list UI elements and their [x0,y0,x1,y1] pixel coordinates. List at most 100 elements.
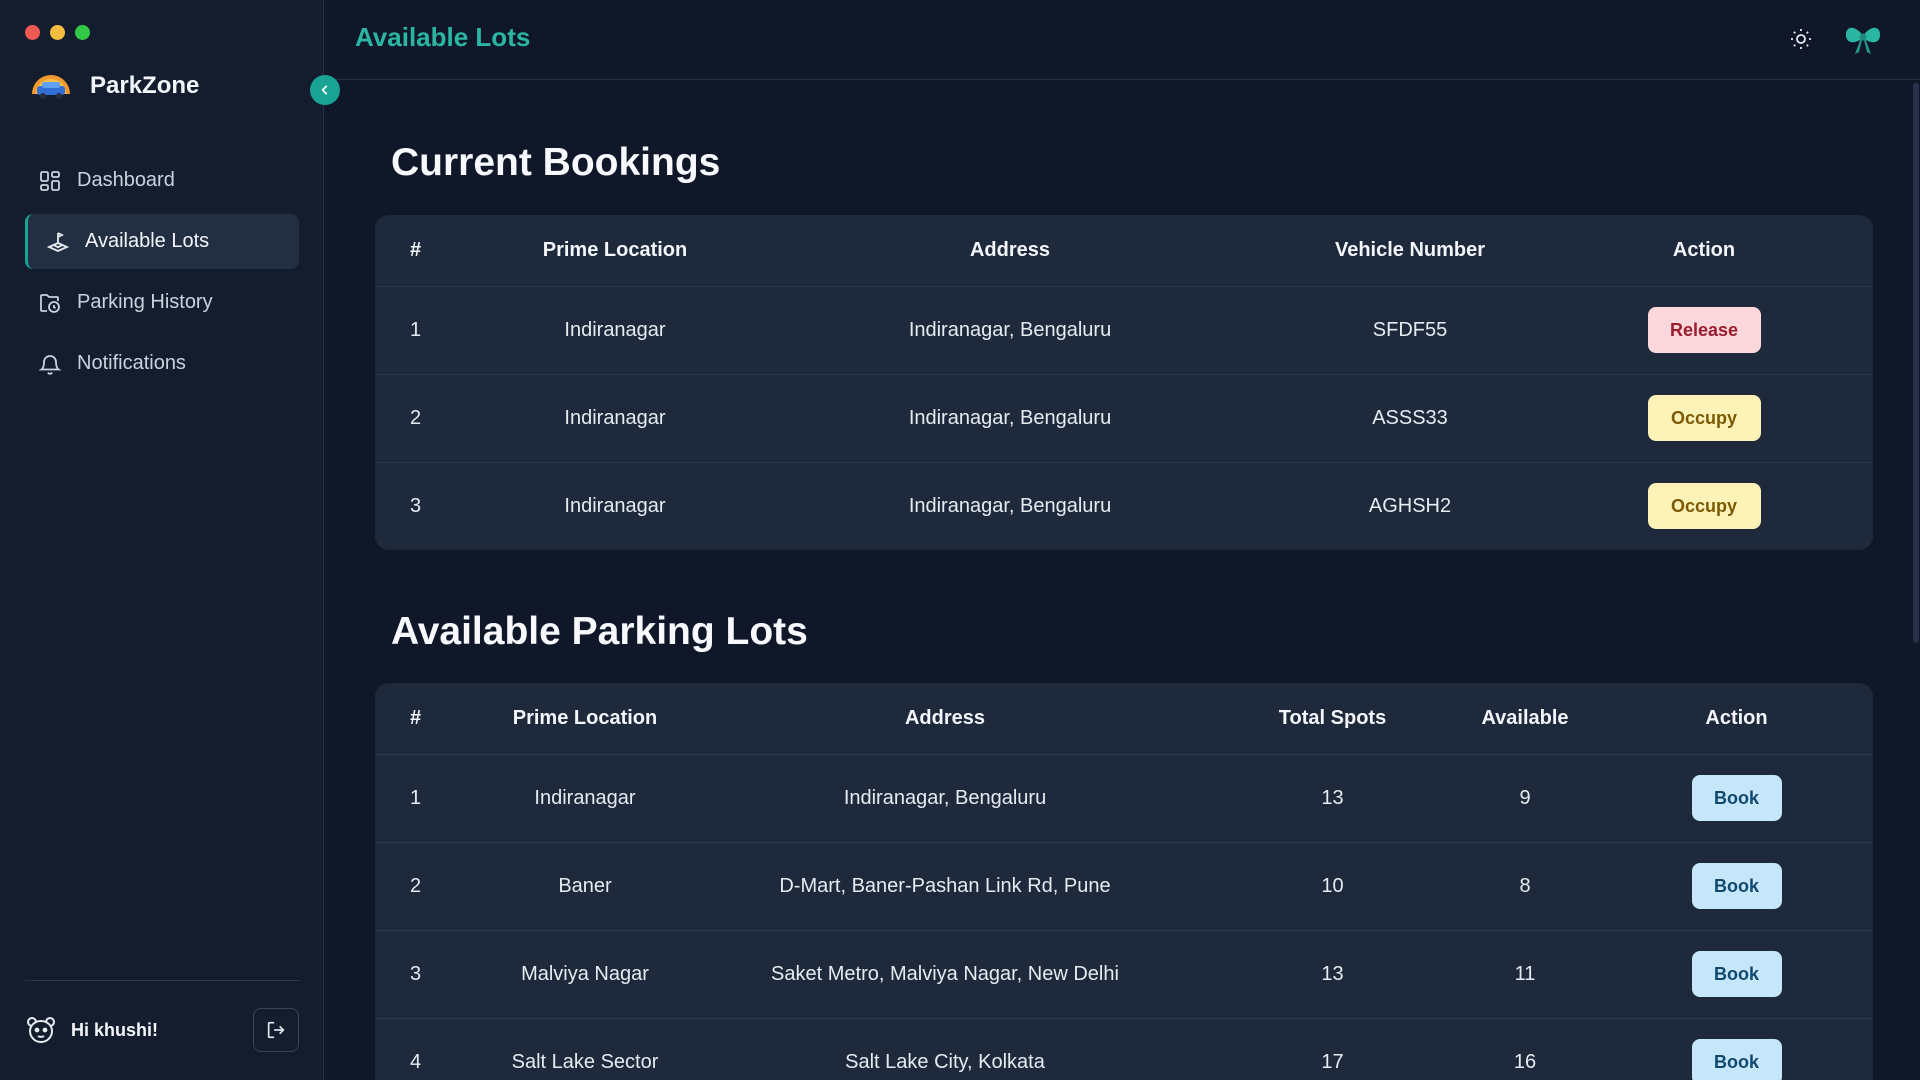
sun-icon [1791,29,1811,49]
address: Saket Metro, Malviya Nagar, New Delhi [675,930,1215,1019]
user-greeting: Hi khushi! [71,1019,159,1040]
table-row: 3 Indiranagar Indiranagar, Bengaluru AGH… [375,462,1873,550]
book-button[interactable]: Book [1691,951,1782,997]
column-header: Address [675,683,1215,755]
joystick-icon [45,229,71,255]
collapse-sidebar-button[interactable] [310,75,340,105]
address: Indiranagar, Bengaluru [675,754,1215,843]
prime-location: Salt Lake Sector [511,1050,659,1073]
prime-location: Indiranagar [495,374,735,463]
column-header: # [375,215,495,287]
vehicle-number: SFDF55 [1285,286,1535,375]
vehicle-number: ASSS33 [1285,374,1535,463]
column-header: Vehicle Number [1285,215,1535,287]
available-lots-table: # Prime Location Address Total Spots Ava… [375,683,1873,1080]
book-button[interactable]: Book [1691,863,1782,909]
row-number: 1 [375,286,495,375]
column-header: Prime Location [495,683,675,755]
total-spots: 17 [1321,1050,1344,1073]
row-number: 1 [375,754,495,843]
prime-location: Indiranagar [564,494,666,517]
current-bookings-card: # Prime Location Address Vehicle Number … [375,215,1873,550]
window-controls [25,25,90,40]
book-button[interactable]: Book [1691,775,1782,821]
table-row: 3 Malviya Nagar Saket Metro, Malviya Nag… [375,930,1873,1019]
column-header: Action [1600,683,1873,755]
table-row: 4 Salt Lake Sector Salt Lake City, Kolka… [375,1018,1873,1080]
bell-icon [37,351,63,377]
minimize-window-button[interactable] [50,25,65,40]
action-cell: Book [1600,1018,1873,1080]
sidebar-item-notifications[interactable]: Notifications [25,336,299,391]
column-header: Address [735,215,1285,287]
address: Salt Lake City, Kolkata [845,1050,1045,1073]
current-bookings-table: # Prime Location Address Vehicle Number … [375,215,1873,550]
address: D-Mart, Baner-Pashan Link Rd, Pune [675,842,1215,931]
available-spots: 9 [1450,754,1600,843]
folder-clock-icon [37,290,63,316]
table-row: 1 Indiranagar Indiranagar, Bengaluru SFD… [375,286,1873,375]
column-header: Total Spots [1215,683,1450,755]
sidebar-item-label: Available Lots [85,230,210,252]
action-cell: Book [1600,754,1873,843]
release-button[interactable]: Release [1647,307,1761,353]
action-cell: Release [1535,286,1873,375]
row-number: 2 [375,374,495,463]
total-spots: 13 [1215,930,1450,1019]
available-spots: 11 [1450,930,1600,1019]
row-number: 2 [375,842,495,931]
column-header: Action [1535,215,1873,287]
action-cell: Book [1600,930,1873,1019]
brand[interactable]: ParkZone [30,70,199,102]
available-lots-card: # Prime Location Address Total Spots Ava… [375,683,1873,1080]
prime-location: Malviya Nagar [495,930,675,1019]
occupy-button[interactable]: Occupy [1647,395,1761,441]
sidebar-item-available-lots[interactable]: Available Lots [25,214,299,269]
available-spots: 8 [1450,842,1600,931]
total-spots: 13 [1215,754,1450,843]
chevron-left-icon [321,85,328,95]
row-number: 3 [410,494,422,517]
sidebar-divider [25,980,299,981]
table-header-row: # Prime Location Address Vehicle Number … [375,215,1873,287]
sidebar: ParkZone Dashboard Available Lots Parkin… [0,0,324,1080]
row-number: 4 [410,1050,422,1073]
sidebar-nav: Dashboard Available Lots Parking History [25,153,299,397]
book-button[interactable]: Book [1691,1039,1782,1080]
sidebar-item-parking-history[interactable]: Parking History [25,275,299,330]
prime-location: Baner [495,842,675,931]
bear-avatar-icon[interactable] [25,1014,57,1046]
logout-button[interactable] [253,1008,299,1052]
column-header: Available [1450,683,1600,755]
app-name: ParkZone [90,72,200,99]
occupy-button[interactable]: Occupy [1647,483,1761,530]
page-title: Available Lots [355,22,531,52]
maximize-window-button[interactable] [75,25,90,40]
main-content: Current Bookings # Prime Location Addres… [325,81,1910,1080]
action-cell: Occupy [1535,374,1873,463]
close-window-button[interactable] [25,25,40,40]
prime-location: Indiranagar [495,286,735,375]
column-header: Prime Location [495,215,735,287]
theme-toggle-button[interactable] [1787,25,1815,53]
column-header: # [375,683,495,755]
parkzone-logo-icon [32,75,70,99]
available-lots-title: Available Parking Lots [391,610,808,653]
dashboard-icon [37,168,63,194]
action-cell: Occupy [1535,462,1873,550]
main-scrollbar[interactable] [1910,81,1920,1080]
scrollbar-thumb[interactable] [1913,83,1919,643]
available-spots: 16 [1513,1050,1537,1073]
table-row: 2 Baner D-Mart, Baner-Pashan Link Rd, Pu… [375,842,1873,931]
top-header: Available Lots [325,0,1920,80]
logout-icon [267,1021,285,1039]
address: Indiranagar, Bengaluru [735,374,1285,463]
total-spots: 10 [1215,842,1450,931]
table-header-row: # Prime Location Address Total Spots Ava… [375,683,1873,755]
current-bookings-title: Current Bookings [391,141,721,184]
bow-icon[interactable] [1843,22,1883,56]
row-number: 3 [375,930,495,1019]
action-cell: Book [1600,842,1873,931]
sidebar-item-dashboard[interactable]: Dashboard [25,153,299,208]
table-row: 1 Indiranagar Indiranagar, Bengaluru 13 … [375,754,1873,843]
